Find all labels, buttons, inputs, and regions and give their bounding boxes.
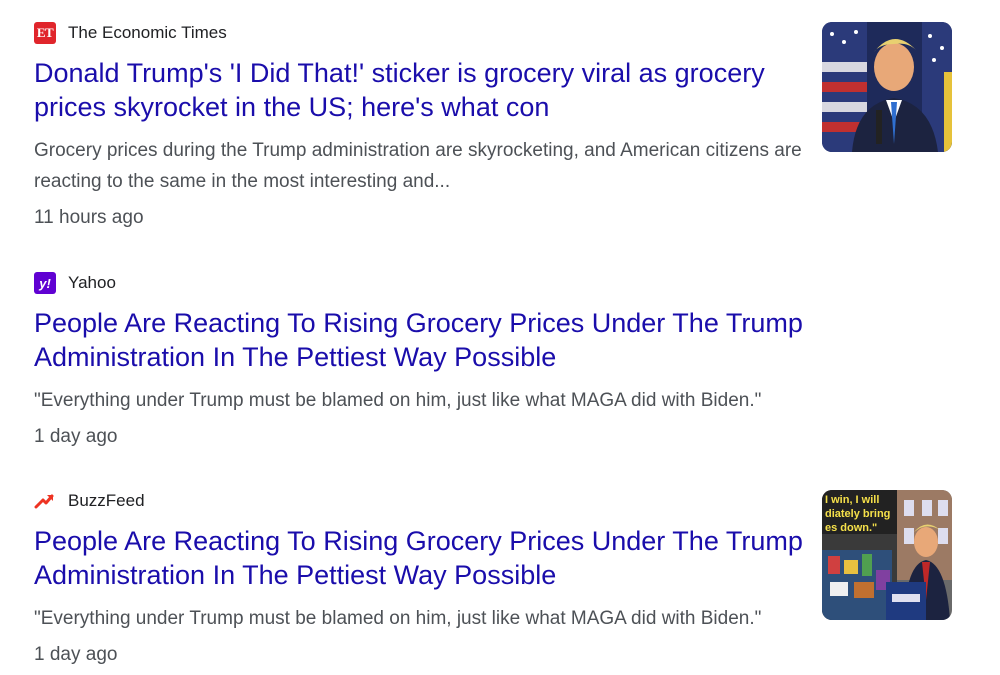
article-headline-link[interactable]: People Are Reacting To Rising Grocery Pr… bbox=[34, 306, 824, 374]
article-time: 11 hours ago bbox=[34, 207, 144, 228]
svg-text:I win, I will: I win, I will bbox=[825, 494, 879, 506]
source-name: BuzzFeed bbox=[68, 491, 145, 510]
article-thumbnail[interactable]: I win, I will diately bring es down." bbox=[822, 490, 952, 620]
article-source[interactable]: y! Yahoo bbox=[34, 270, 979, 296]
economic-times-favicon-icon: ET bbox=[34, 22, 56, 44]
news-article: y! Yahoo People Are Reacting To Rising G… bbox=[34, 270, 979, 448]
article-snippet: Grocery prices during the Trump administ… bbox=[34, 140, 802, 192]
article-time: 1 day ago bbox=[34, 644, 118, 665]
article-snippet: "Everything under Trump must be blamed o… bbox=[34, 390, 762, 411]
source-name: The Economic Times bbox=[68, 23, 227, 42]
article-snippet: "Everything under Trump must be blamed o… bbox=[34, 608, 762, 629]
article-time: 1 day ago bbox=[34, 426, 118, 447]
article-headline-link[interactable]: Donald Trump's 'I Did That!' sticker is … bbox=[34, 56, 824, 124]
svg-text:diately bring: diately bring bbox=[825, 508, 890, 520]
article-thumbnail[interactable] bbox=[822, 22, 952, 152]
svg-text:es down.": es down." bbox=[825, 522, 877, 534]
yahoo-favicon-icon: y! bbox=[34, 272, 56, 294]
buzzfeed-trending-icon bbox=[34, 490, 56, 512]
thumbnail-image bbox=[822, 22, 952, 152]
source-name: Yahoo bbox=[68, 273, 116, 292]
thumbnail-image: I win, I will diately bring es down." bbox=[822, 490, 952, 620]
article-headline-link[interactable]: People Are Reacting To Rising Grocery Pr… bbox=[34, 524, 824, 592]
